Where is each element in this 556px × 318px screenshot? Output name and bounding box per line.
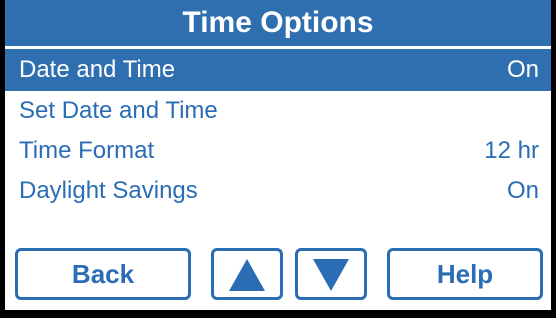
scroll-down-button[interactable] xyxy=(295,248,367,300)
menu-item-label: Set Date and Time xyxy=(19,97,218,124)
scroll-up-button[interactable] xyxy=(211,248,283,300)
menu-item-value: On xyxy=(506,177,539,204)
menu-item-label: Date and Time xyxy=(19,56,176,83)
options-menu: Date and Time On Set Date and Time Time … xyxy=(5,49,551,211)
menu-item-label: Time Format xyxy=(19,137,155,164)
menu-item-set-date-and-time[interactable]: Set Date and Time xyxy=(5,91,551,131)
down-triangle-icon xyxy=(313,259,349,291)
menu-item-time-format[interactable]: Time Format 12 hr xyxy=(5,131,551,171)
menu-item-value: 12 hr xyxy=(484,137,539,164)
page-title: Time Options xyxy=(5,0,551,46)
back-button[interactable]: Back xyxy=(15,248,191,300)
menu-item-label: Daylight Savings xyxy=(19,177,198,204)
time-options-screen: Time Options Date and Time On Set Date a… xyxy=(0,0,556,318)
menu-item-daylight-savings[interactable]: Daylight Savings On xyxy=(5,171,551,211)
up-triangle-icon xyxy=(229,259,265,291)
menu-item-date-and-time[interactable]: Date and Time On xyxy=(5,49,551,91)
help-button[interactable]: Help xyxy=(387,248,543,300)
menu-item-value: On xyxy=(506,56,539,83)
button-bar: Back Help xyxy=(5,240,551,302)
